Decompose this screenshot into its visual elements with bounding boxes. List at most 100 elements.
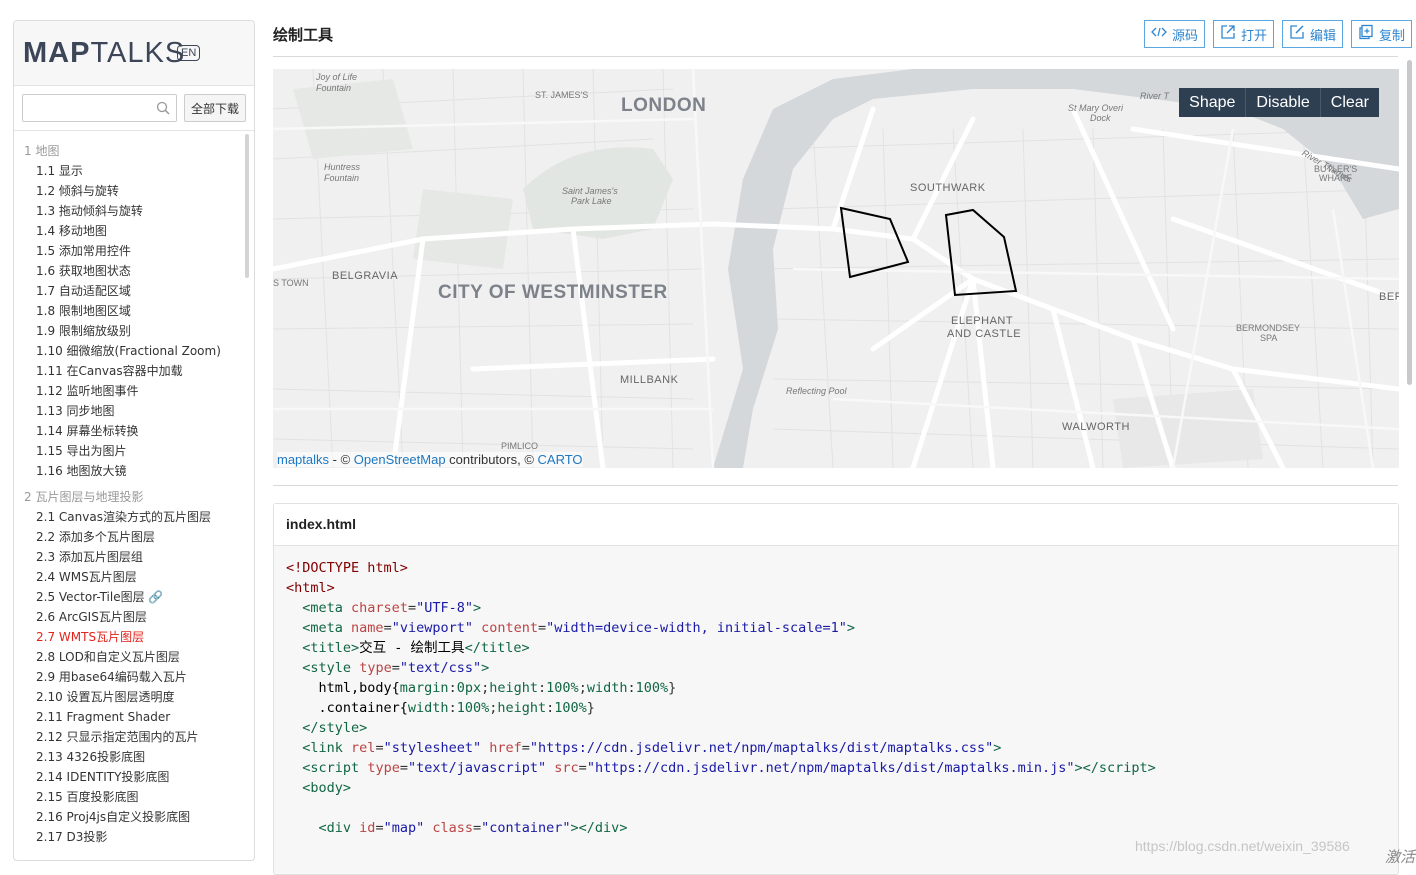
map-label: Fountain xyxy=(324,173,360,183)
map-label: S TOWN xyxy=(273,278,309,288)
map-divider xyxy=(273,485,1398,486)
maptalks-link[interactable]: maptalks xyxy=(277,452,329,467)
nav-item[interactable]: 1.5 添加常用控件 xyxy=(14,241,248,261)
nav-item[interactable]: 1.3 拖动倾斜与旋转 xyxy=(14,201,248,221)
code-line: <!DOCTYPE html> xyxy=(286,560,408,576)
map-label: PIMLICO xyxy=(501,441,539,451)
code-line: <div id="map" class="container"></div> xyxy=(318,820,628,836)
nav-item[interactable]: 2.10 设置瓦片图层透明度 xyxy=(14,687,248,707)
nav-item[interactable]: 2.7 WMTS瓦片图层 xyxy=(14,627,248,647)
maptalks-logo[interactable]: MAPTALKS xyxy=(23,37,185,70)
nav-item[interactable]: 2.14 IDENTITY投影底图 xyxy=(14,767,248,787)
draw-toolbar: Shape Disable Clear xyxy=(1179,88,1379,117)
map-label: Park Lake xyxy=(571,196,612,206)
nav-item[interactable]: 2.11 Fragment Shader xyxy=(14,707,248,727)
download-all-button[interactable]: 全部下载 xyxy=(184,94,246,122)
map-label: SOUTHWARK xyxy=(910,182,986,194)
language-switch-button[interactable]: EN xyxy=(177,45,201,61)
nav-item[interactable]: 2.12 只显示指定范围内的瓦片 xyxy=(14,727,248,747)
code-icon xyxy=(1151,26,1167,42)
nav-item[interactable]: 2.1 Canvas渲染方式的瓦片图层 xyxy=(14,507,248,527)
code-panel: index.html <!DOCTYPE html> <html> <meta … xyxy=(273,503,1399,875)
map-label: ST. JAMES'S xyxy=(535,90,589,100)
brand-header: MAPTALKS EN xyxy=(14,21,254,86)
map-label: BELGRAVIA xyxy=(332,270,399,282)
nav-item[interactable]: 2.6 ArcGIS瓦片图层 xyxy=(14,607,248,627)
nav-item[interactable]: 1.16 地图放大镜 xyxy=(14,461,248,481)
map-label: ELEPHANT xyxy=(951,315,1014,327)
map-container[interactable]: LONDON CITY OF WESTMINSTER SOUTHWARK BEL… xyxy=(273,69,1399,468)
map-label: Saint James's xyxy=(562,186,618,196)
sidebar-scrollbar[interactable] xyxy=(245,134,249,278)
nav-item[interactable]: 1.2 倾斜与旋转 xyxy=(14,181,248,201)
nav-item[interactable]: 1.1 显示 xyxy=(14,161,248,181)
example-toolbar: 源码 打开 编辑 复制 xyxy=(1143,20,1412,48)
nav-item[interactable]: 1.12 监听地图事件 xyxy=(14,381,248,401)
search-box xyxy=(22,94,177,122)
search-row: 全部下载 xyxy=(14,86,254,131)
title-divider xyxy=(273,56,1398,57)
nav-item[interactable]: 2.2 添加多个瓦片图层 xyxy=(14,527,248,547)
nav-item[interactable]: 2.5 Vector-Tile图层 🔗 xyxy=(14,587,248,607)
nav-item[interactable]: 2.3 添加瓦片图层组 xyxy=(14,547,248,567)
nav-item[interactable]: 1.14 屏幕坐标转换 xyxy=(14,421,248,441)
map-label: Reflecting Pool xyxy=(786,386,847,396)
nav-item[interactable]: 1.4 移动地图 xyxy=(14,221,248,241)
clear-button[interactable]: Clear xyxy=(1321,88,1379,117)
nav-item[interactable]: 2.13 4326投影底图 xyxy=(14,747,248,767)
nav-item[interactable]: 1.15 导出为图片 xyxy=(14,441,248,461)
edit-button[interactable]: 编辑 xyxy=(1281,20,1343,48)
example-nav-list: 1 地图 1.1 显示 1.2 倾斜与旋转 1.3 拖动倾斜与旋转 1.4 移动地图 1.… xyxy=(14,139,248,859)
page-title: 绘制工具 xyxy=(273,26,334,44)
map-label: Huntress xyxy=(324,162,361,172)
nav-item[interactable]: 1.7 自动适配区域 xyxy=(14,281,248,301)
search-icon[interactable] xyxy=(156,100,170,119)
external-link-icon xyxy=(1220,24,1236,44)
nav-section-title[interactable]: 2 瓦片图层与地理投影 xyxy=(14,487,248,507)
nav-item[interactable]: 1.10 细微缩放(Fractional Zoom) xyxy=(14,341,248,361)
map-attribution: maptalks - © OpenStreetMap contributors,… xyxy=(277,452,583,467)
code-line: <meta charset="UTF-8"> xyxy=(302,600,482,616)
map-label: MILLBANK xyxy=(620,374,679,386)
code-line: <script type="text/javascript" src="http… xyxy=(302,760,1156,776)
source-code-button[interactable]: 源码 xyxy=(1143,20,1205,48)
code-line: <style type="text/css"> xyxy=(302,660,490,676)
code-editor[interactable]: <!DOCTYPE html> <html> <meta charset="UT… xyxy=(274,546,1398,850)
carto-link[interactable]: CARTO xyxy=(538,452,583,467)
map-label: SPA xyxy=(1260,333,1278,343)
code-line: <title>交互 - 绘制工具</title> xyxy=(302,640,530,656)
openstreetmap-link[interactable]: OpenStreetMap xyxy=(354,452,446,467)
nav-section-title[interactable]: 1 地图 xyxy=(14,141,248,161)
nav-item[interactable]: 1.6 获取地图状态 xyxy=(14,261,248,281)
map-tiles xyxy=(273,69,1399,468)
search-input[interactable] xyxy=(27,95,156,121)
map-label: BER xyxy=(1379,291,1399,303)
shape-button[interactable]: Shape xyxy=(1179,88,1247,117)
nav-item[interactable]: 2.16 Proj4js自定义投影底图 xyxy=(14,807,248,827)
copy-button[interactable]: 复制 xyxy=(1350,20,1412,48)
watermark: https://blog.csdn.net/weixin_39586 xyxy=(1135,838,1350,854)
map-label: St Mary Overi xyxy=(1068,103,1124,113)
sidebar: MAPTALKS EN 全部下载 1 地图 1.1 显示 1.2 倾斜与旋转 1.3 … xyxy=(13,20,255,861)
nav-item[interactable]: 2.4 WMS瓦片图层 xyxy=(14,567,248,587)
nav-item[interactable]: 2.9 用base64编码载入瓦片 xyxy=(14,667,248,687)
map-label: WALWORTH xyxy=(1062,421,1130,433)
disable-button[interactable]: Disable xyxy=(1246,88,1321,117)
map-label: Fountain xyxy=(316,83,352,93)
code-line: html,body{margin:0px;height:100%;width:1… xyxy=(318,680,677,696)
page-scrollbar[interactable] xyxy=(1407,60,1412,385)
nav-item[interactable]: 1.9 限制缩放级别 xyxy=(14,321,248,341)
nav-item[interactable]: 2.17 D3投影 xyxy=(14,827,248,847)
nav-item[interactable]: 1.13 同步地图 xyxy=(14,401,248,421)
nav-item[interactable]: 2.15 百度投影底图 xyxy=(14,787,248,807)
code-filename: index.html xyxy=(274,504,1398,546)
edit-icon xyxy=(1289,24,1305,44)
open-button[interactable]: 打开 xyxy=(1212,20,1274,48)
nav-item[interactable]: 2.8 LOD和自定义瓦片图层 xyxy=(14,647,248,667)
code-line: <meta name="viewport" content="width=dev… xyxy=(302,620,856,636)
code-line: <html> xyxy=(286,580,335,596)
nav-item[interactable]: 1.11 在Canvas容器中加载 xyxy=(14,361,248,381)
nav-item[interactable]: 1.8 限制地图区域 xyxy=(14,301,248,321)
map-label: River T xyxy=(1140,91,1169,101)
